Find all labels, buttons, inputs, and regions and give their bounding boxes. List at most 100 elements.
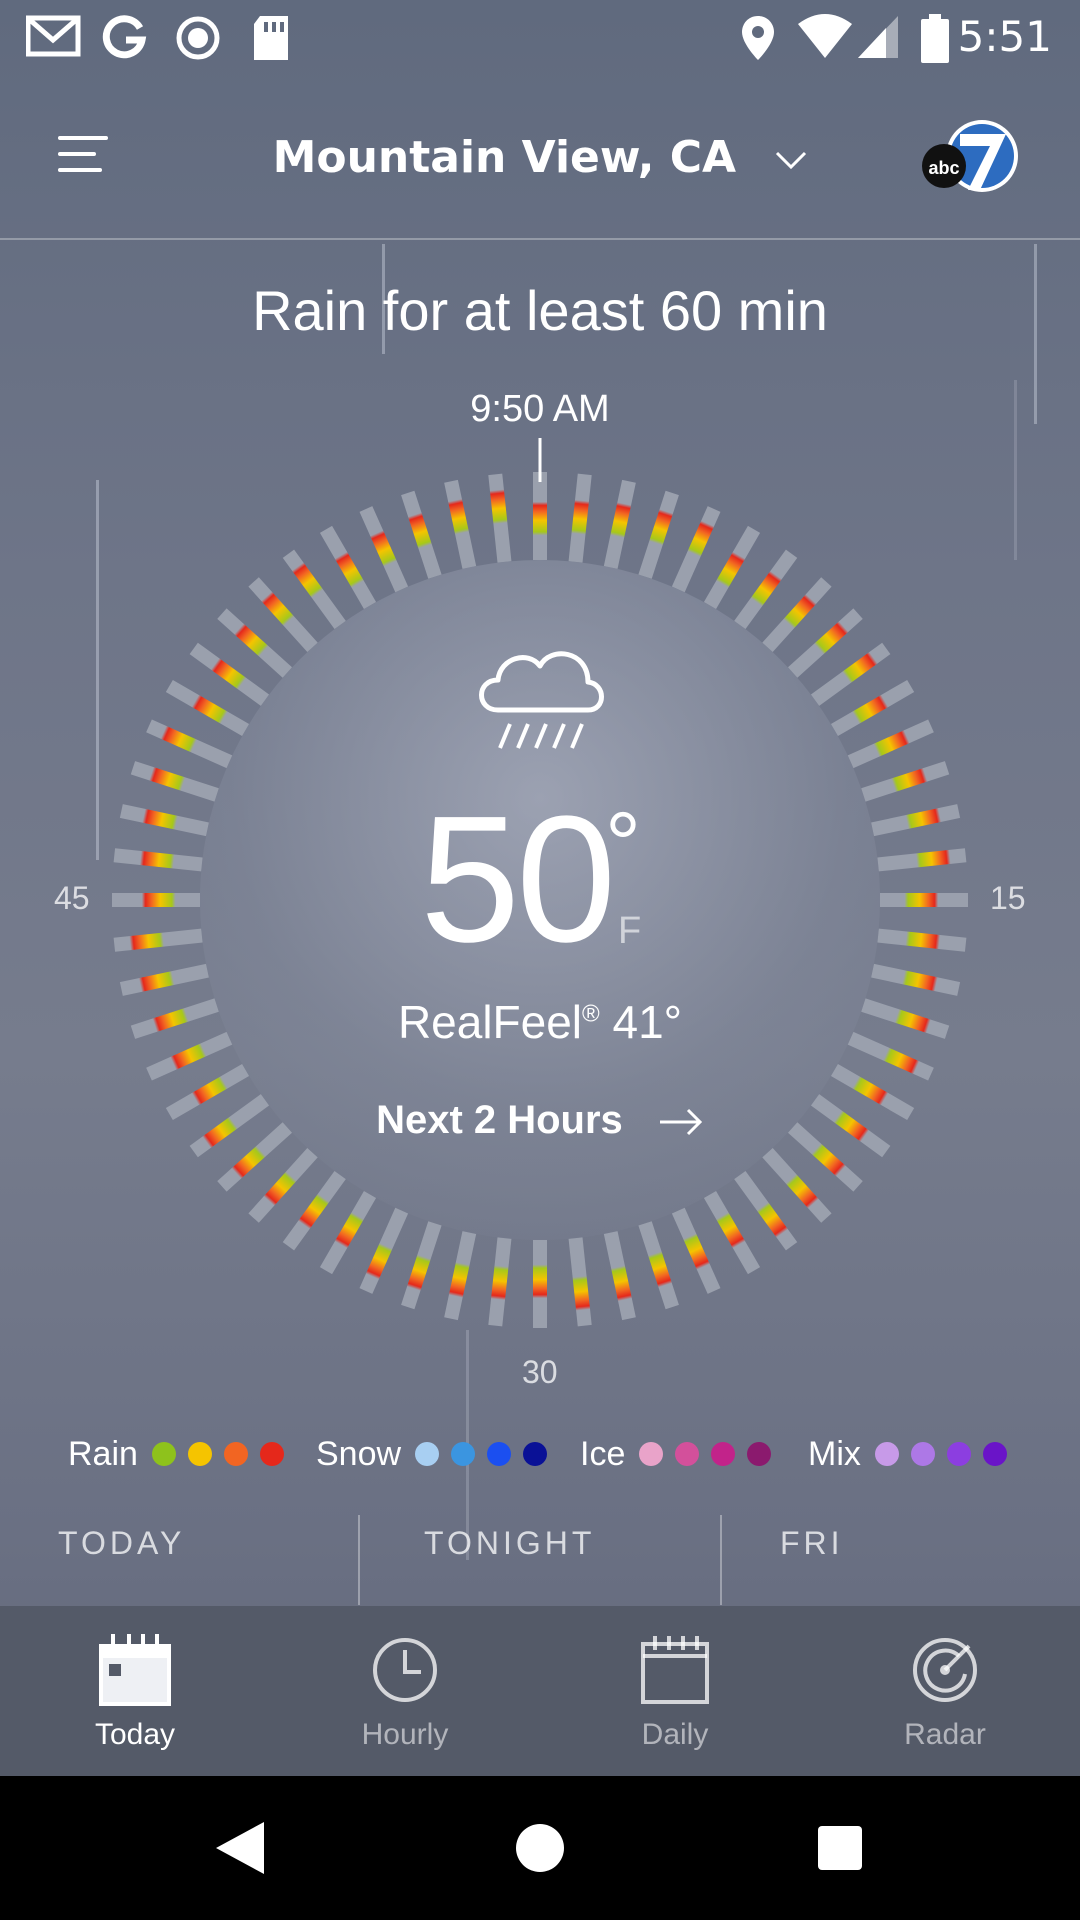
precip-tick <box>119 804 209 837</box>
location-selector[interactable]: Mountain View, CA <box>0 132 1080 183</box>
nav-tab-hourly[interactable]: Hourly <box>270 1606 540 1776</box>
signal-icon <box>858 16 898 58</box>
svg-text:abc: abc <box>928 158 959 178</box>
registered-mark: ® <box>582 1000 600 1028</box>
header-divider <box>0 238 1080 240</box>
location-name: Mountain View, CA <box>272 132 737 183</box>
precip-tick <box>119 963 209 996</box>
legend-dot <box>982 1442 1007 1466</box>
legend-label: Mix <box>808 1434 861 1473</box>
arrow-right-icon <box>659 1109 703 1136</box>
forecast-strip: TODAY TONIGHT FRI <box>0 1515 1080 1605</box>
gmail-icon <box>26 15 81 57</box>
dial-start-time: 9:50 AM <box>470 388 610 430</box>
nav-label-radar: Radar <box>904 1718 986 1751</box>
dial-label-45: 45 <box>54 880 90 916</box>
next-2-hours-link[interactable]: Next 2 Hours <box>0 1098 1080 1143</box>
forecast-tab-today[interactable]: TODAY <box>58 1525 185 1562</box>
realfeel: RealFeel® 41° <box>0 995 1080 1049</box>
legend-dot <box>487 1442 512 1466</box>
precip-tick <box>282 549 346 630</box>
precip-tick <box>830 679 915 737</box>
legend-dot <box>259 1442 284 1466</box>
legend-dot <box>874 1442 899 1466</box>
battery-icon <box>921 14 949 63</box>
precip-tick <box>130 761 219 802</box>
dial-label-15: 15 <box>990 880 1026 916</box>
legend-label: Snow <box>316 1434 402 1473</box>
precip-tick <box>189 642 270 706</box>
legend-dot <box>675 1442 700 1466</box>
precip-tick <box>113 928 203 952</box>
precip-tick <box>359 506 409 593</box>
dial-label-30: 30 <box>522 1354 558 1390</box>
precip-tick <box>703 1190 761 1275</box>
home-icon[interactable] <box>514 1822 566 1874</box>
cloud-rain-icon <box>479 651 604 749</box>
nav-tab-radar[interactable]: Radar <box>810 1606 1080 1776</box>
precip-tick <box>810 642 891 706</box>
recents-icon[interactable] <box>816 1824 864 1872</box>
nav-label-hourly: Hourly <box>361 1718 449 1751</box>
minutecast-summary: Rain for at least 60 min <box>252 279 828 342</box>
realfeel-value: 41° <box>612 996 683 1048</box>
record-icon <box>176 16 220 60</box>
nav-label-today: Today <box>94 1718 176 1751</box>
precip-tick <box>638 1221 679 1310</box>
precip-tick <box>734 549 798 630</box>
precip-tick <box>861 761 950 802</box>
precip-tick <box>568 473 592 563</box>
calendar-today-icon <box>99 1634 171 1706</box>
precip-tick <box>671 506 721 593</box>
temperature-unit: F <box>618 910 642 952</box>
precip-tick <box>568 1237 592 1327</box>
degree-symbol: ° <box>605 795 641 895</box>
status-bar: 5:51 <box>0 0 1080 76</box>
legend-dot <box>910 1442 935 1466</box>
precip-tick <box>603 1231 636 1321</box>
abc7-logo[interactable]: abc <box>920 118 1030 198</box>
legend-dot <box>639 1442 664 1466</box>
legend-dot <box>711 1442 736 1466</box>
wifi-icon <box>798 14 852 58</box>
precip-tick <box>871 804 961 837</box>
legend-label: Rain <box>68 1434 138 1473</box>
bottom-navigation: Today Hourly Daily Radar <box>0 1606 1080 1776</box>
precip-tick <box>165 679 250 737</box>
chevron-down-icon <box>776 151 807 170</box>
next-hours-label: Next 2 Hours <box>376 1098 623 1142</box>
precip-tick <box>703 525 761 610</box>
precip-tick <box>877 848 967 872</box>
nav-tab-daily[interactable]: Daily <box>540 1606 810 1776</box>
legend-dot <box>187 1442 212 1466</box>
precip-tick <box>488 1237 512 1327</box>
precip-tick <box>787 608 863 678</box>
precip-tick <box>488 473 512 563</box>
precip-tick <box>359 1207 409 1294</box>
location-icon <box>742 16 774 60</box>
precip-tick <box>871 963 961 996</box>
forecast-tab-tonight[interactable]: TONIGHT <box>424 1525 595 1562</box>
back-icon[interactable] <box>212 1818 268 1878</box>
precip-tick <box>671 1207 721 1294</box>
nav-tab-today[interactable]: Today <box>0 1606 270 1776</box>
calendar-icon <box>641 1636 709 1704</box>
app-header: Mountain View, CA abc <box>0 90 1080 230</box>
status-time: 5:51 <box>957 12 1052 61</box>
precip-tick <box>444 1231 477 1321</box>
forecast-tab-fri[interactable]: FRI <box>780 1525 844 1562</box>
precip-tick <box>282 1170 346 1251</box>
realfeel-label: RealFeel <box>397 996 583 1048</box>
google-icon <box>102 15 147 59</box>
precipitation-legend: Rain Snow Ice Mix <box>0 1430 1080 1480</box>
clock-icon <box>373 1638 437 1702</box>
precip-tick <box>401 490 442 579</box>
precip-tick <box>248 1147 318 1223</box>
precip-tick <box>638 490 679 579</box>
legend-dot <box>223 1442 248 1466</box>
legend-mix: Mix <box>808 1430 1019 1478</box>
precip-tick <box>319 1190 377 1275</box>
precip-tick <box>217 608 293 678</box>
legend-dot <box>523 1442 548 1466</box>
legend-ice: Ice <box>580 1430 783 1478</box>
